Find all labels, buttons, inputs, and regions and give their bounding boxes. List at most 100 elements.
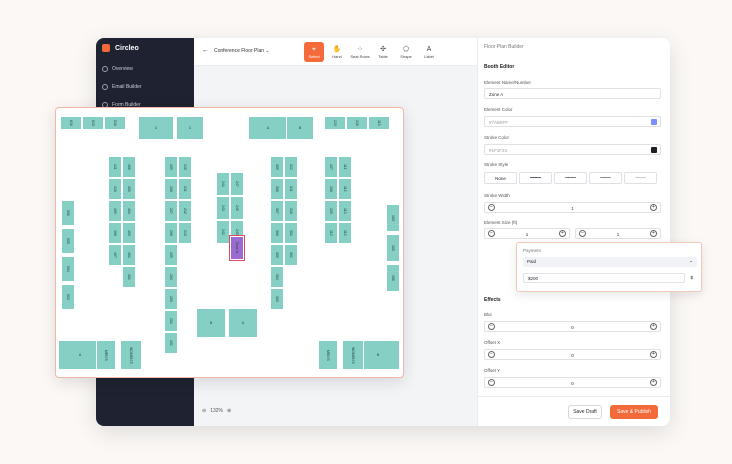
booth[interactable]: 243: [216, 196, 230, 220]
plus-icon[interactable]: +: [650, 379, 657, 386]
booth[interactable]: 247: [230, 172, 244, 196]
tool-seat-rows[interactable]: ⁘ Seat Rows: [350, 42, 370, 62]
booth[interactable]: 307: [270, 200, 284, 222]
booth[interactable]: Zone A: [229, 235, 245, 261]
booth[interactable]: 244: [216, 172, 230, 196]
booth[interactable]: 213: [324, 116, 346, 130]
stroke-field[interactable]: #1F1F23: [484, 144, 661, 155]
plus-icon[interactable]: +: [650, 230, 657, 237]
booth[interactable]: 202: [164, 310, 178, 332]
style-solid[interactable]: ━━━━: [519, 172, 552, 184]
payment-amount-input[interactable]: $200: [523, 273, 685, 283]
offset-y-stepper[interactable]: −0 +: [484, 377, 661, 388]
booth[interactable]: 111: [338, 156, 352, 178]
booth[interactable]: 402: [122, 244, 136, 266]
booth[interactable]: 410: [108, 178, 122, 200]
width-stepper[interactable]: −1 +: [484, 228, 570, 239]
booth[interactable]: 211: [178, 178, 192, 200]
booth[interactable]: 503: [61, 284, 75, 310]
save-draft-button[interactable]: Save Draft: [568, 405, 602, 419]
booth[interactable]: 401: [122, 266, 136, 288]
booth[interactable]: 409: [108, 200, 122, 222]
booth[interactable]: 309: [270, 156, 284, 178]
booth[interactable]: 107: [324, 156, 338, 178]
booth[interactable]: 103: [386, 204, 400, 232]
name-field[interactable]: Zone A: [484, 88, 661, 99]
booth[interactable]: 405: [122, 178, 136, 200]
sidebar-item-overview[interactable]: Overview: [102, 66, 133, 72]
booth[interactable]: MEN'S: [318, 340, 338, 370]
booth[interactable]: 206: [164, 222, 178, 244]
booth[interactable]: WOMEN'S: [342, 340, 364, 370]
booth[interactable]: 506: [61, 200, 75, 226]
booth[interactable]: 610: [60, 116, 82, 130]
booth[interactable]: 303: [270, 288, 284, 310]
booth[interactable]: 201: [164, 332, 178, 354]
booth[interactable]: WOMEN'S: [120, 340, 142, 370]
height-stepper[interactable]: −1 +: [575, 228, 661, 239]
document-title[interactable]: Conference Floor Plan ⌄: [214, 48, 270, 54]
save-publish-button[interactable]: Save & Publish: [610, 405, 658, 419]
booth[interactable]: 208: [164, 178, 178, 200]
booth[interactable]: 302: [284, 222, 298, 244]
style-dash-dot[interactable]: ┅┅┅┅: [589, 172, 622, 184]
style-dashed[interactable]: ╍╍╍╍: [554, 172, 587, 184]
offset-x-stepper[interactable]: −0 +: [484, 349, 661, 360]
zoom-out-icon[interactable]: ⊖: [202, 408, 206, 414]
booth[interactable]: 213: [178, 222, 192, 244]
booth[interactable]: 210: [178, 156, 192, 178]
booth[interactable]: A: [248, 116, 288, 140]
booth[interactable]: 305: [270, 244, 284, 266]
payment-status-select[interactable]: Paid ⌄: [523, 257, 697, 267]
booth[interactable]: C: [176, 116, 204, 140]
booth[interactable]: 209: [164, 156, 178, 178]
booth[interactable]: 306: [270, 222, 284, 244]
booth[interactable]: B: [286, 116, 314, 140]
booth[interactable]: 406: [122, 156, 136, 178]
booth[interactable]: 108: [324, 178, 338, 200]
back-arrow-icon[interactable]: ←: [202, 47, 209, 54]
booth[interactable]: 301: [284, 244, 298, 266]
booth[interactable]: 304: [270, 266, 284, 288]
sidebar-item-email-builder[interactable]: Email Builder: [102, 84, 141, 90]
booth[interactable]: 216: [346, 116, 368, 130]
tool-table[interactable]: ✣ Table: [373, 42, 393, 62]
booth[interactable]: 310: [284, 200, 298, 222]
plus-icon[interactable]: +: [650, 204, 657, 211]
booth[interactable]: 106: [386, 264, 400, 292]
plus-icon[interactable]: +: [650, 323, 657, 330]
booth[interactable]: 212: [178, 200, 192, 222]
booth[interactable]: 404: [122, 200, 136, 222]
booth[interactable]: C: [138, 116, 174, 140]
booth[interactable]: 613: [82, 116, 104, 130]
booth[interactable]: B: [196, 308, 226, 338]
tool-shape[interactable]: ⬠ Shape: [396, 42, 416, 62]
booth[interactable]: 242: [216, 220, 230, 244]
booth[interactable]: 308: [270, 178, 284, 200]
booth[interactable]: 246: [230, 196, 244, 220]
booth[interactable]: 207: [164, 200, 178, 222]
booth[interactable]: MEN'S: [96, 340, 116, 370]
stroke-swatch[interactable]: [651, 147, 657, 153]
booth[interactable]: 204: [164, 266, 178, 288]
color-swatch[interactable]: [651, 119, 657, 125]
style-none[interactable]: None: [484, 172, 517, 184]
booth[interactable]: 505: [61, 228, 75, 254]
booth[interactable]: 105: [386, 234, 400, 262]
brand[interactable]: Circleo: [102, 44, 139, 52]
booth[interactable]: A: [228, 308, 258, 338]
plus-icon[interactable]: +: [559, 230, 566, 237]
booth[interactable]: 112: [338, 178, 352, 200]
tool-label[interactable]: A Label: [419, 42, 439, 62]
booth[interactable]: 114: [338, 222, 352, 244]
color-field[interactable]: #7A8EFF: [484, 116, 661, 127]
plus-icon[interactable]: +: [650, 351, 657, 358]
booth[interactable]: 411: [108, 156, 122, 178]
booth[interactable]: 403: [122, 222, 136, 244]
booth[interactable]: 312: [284, 156, 298, 178]
booth[interactable]: 510: [104, 116, 126, 130]
floor-plan[interactable]: 610 613 510 213 216 113 C C A B 506 505 504 503 103 105…: [55, 107, 404, 378]
booth[interactable]: 205: [164, 244, 178, 266]
booth[interactable]: 109: [324, 200, 338, 222]
booth[interactable]: 203: [164, 288, 178, 310]
